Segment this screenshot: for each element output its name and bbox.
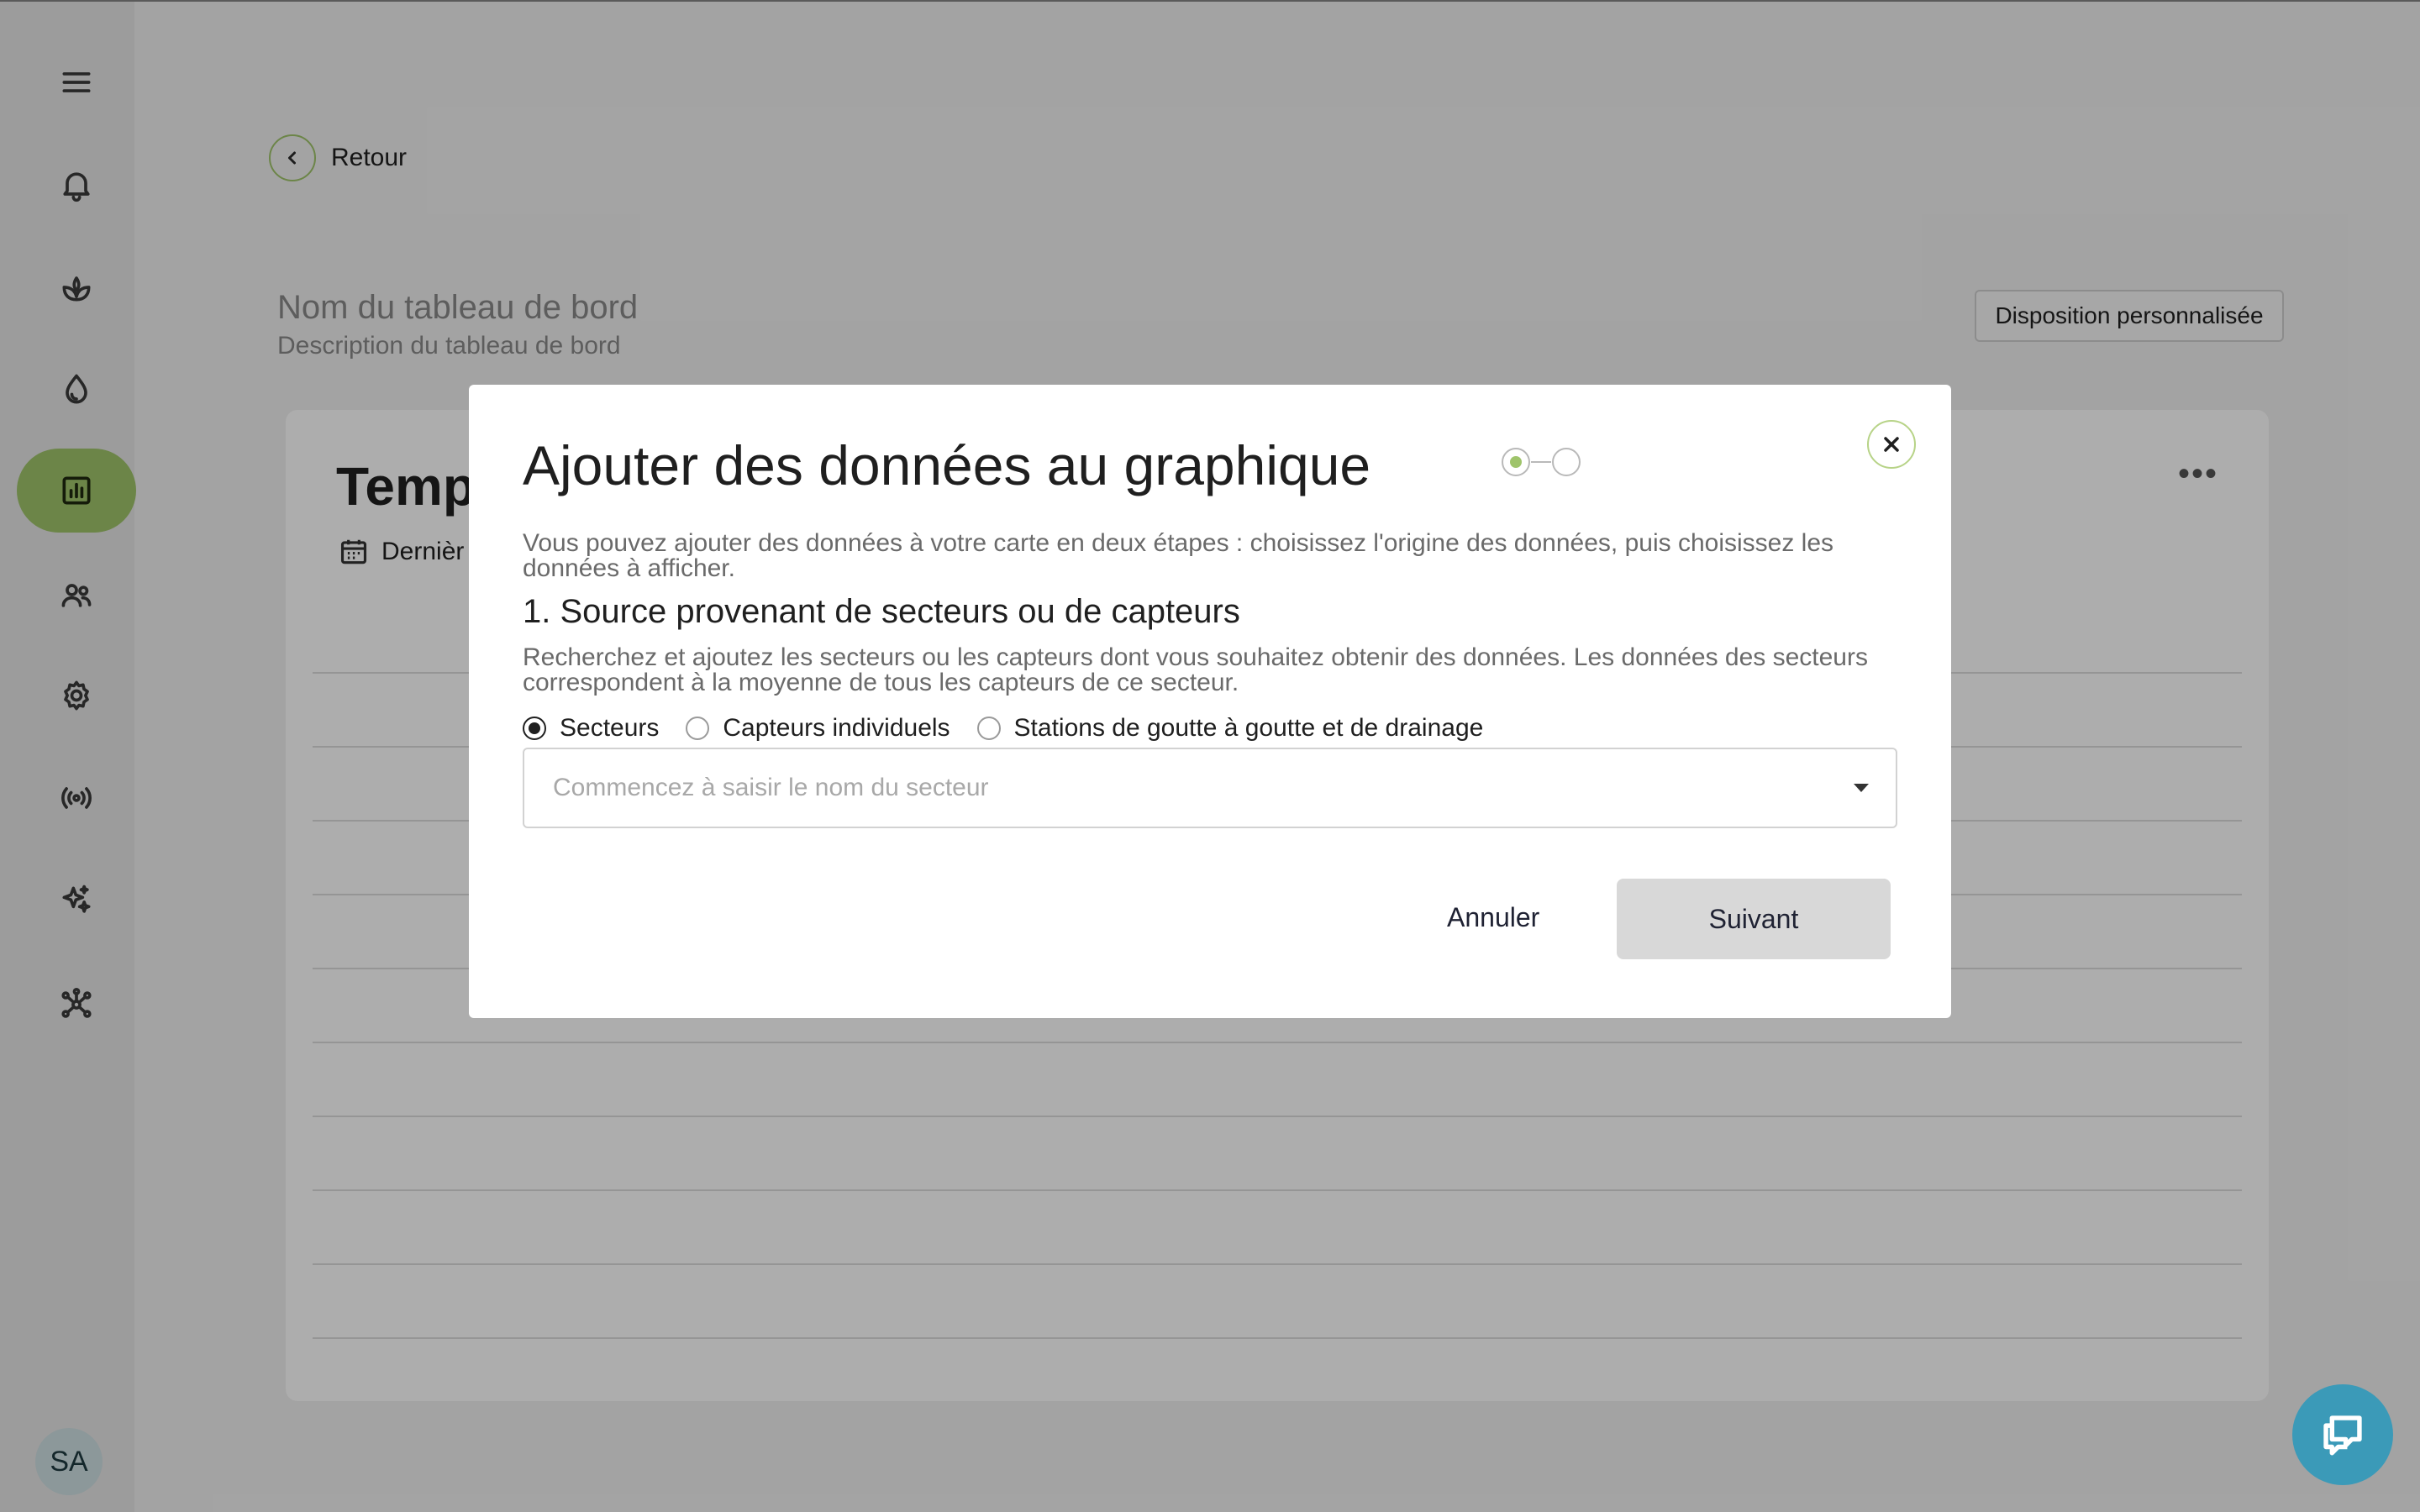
step-1-active-dot <box>1510 456 1522 468</box>
caret-down-icon[interactable] <box>1854 784 1869 792</box>
sector-search-input[interactable] <box>551 773 1854 803</box>
add-data-modal: Ajouter des données au graphique Vous po… <box>469 385 1951 1018</box>
radio-drip-drainage-stations-label: Stations de goutte à goutte et de draina… <box>1013 714 1484 742</box>
step-indicator <box>1502 448 1581 476</box>
radio-sectors[interactable]: Secteurs <box>523 714 659 743</box>
step-description: Recherchez et ajoutez les secteurs ou le… <box>523 643 1868 696</box>
radio-individual-sensors-control[interactable] <box>686 717 710 740</box>
radio-sectors-control[interactable] <box>523 717 546 740</box>
top-border <box>0 0 2420 2</box>
cancel-button[interactable]: Annuler <box>1447 902 1539 933</box>
modal-title: Ajouter des données au graphique <box>523 434 1371 496</box>
source-radio-group: Secteurs Capteurs individuels Stations d… <box>523 714 1510 743</box>
modal-intro: Vous pouvez ajouter des données à votre … <box>523 529 1834 582</box>
close-button[interactable] <box>1867 420 1916 469</box>
radio-drip-drainage-stations-control[interactable] <box>976 717 1001 740</box>
chat-button[interactable] <box>2292 1384 2393 1485</box>
radio-individual-sensors[interactable]: Capteurs individuels <box>686 714 950 743</box>
sector-search-select[interactable] <box>523 748 1897 828</box>
chat-icon <box>2323 1415 2362 1456</box>
step-heading: 1. Source provenant de secteurs ou de ca… <box>523 593 1240 630</box>
radio-sectors-label: Secteurs <box>560 714 660 742</box>
next-button[interactable]: Suivant <box>1617 879 1891 959</box>
step-2-dot <box>1552 448 1581 476</box>
close-icon <box>1884 437 1899 452</box>
radio-drip-drainage-stations[interactable]: Stations de goutte à goutte et de draina… <box>976 714 1484 743</box>
radio-individual-sensors-label: Capteurs individuels <box>723 714 950 742</box>
